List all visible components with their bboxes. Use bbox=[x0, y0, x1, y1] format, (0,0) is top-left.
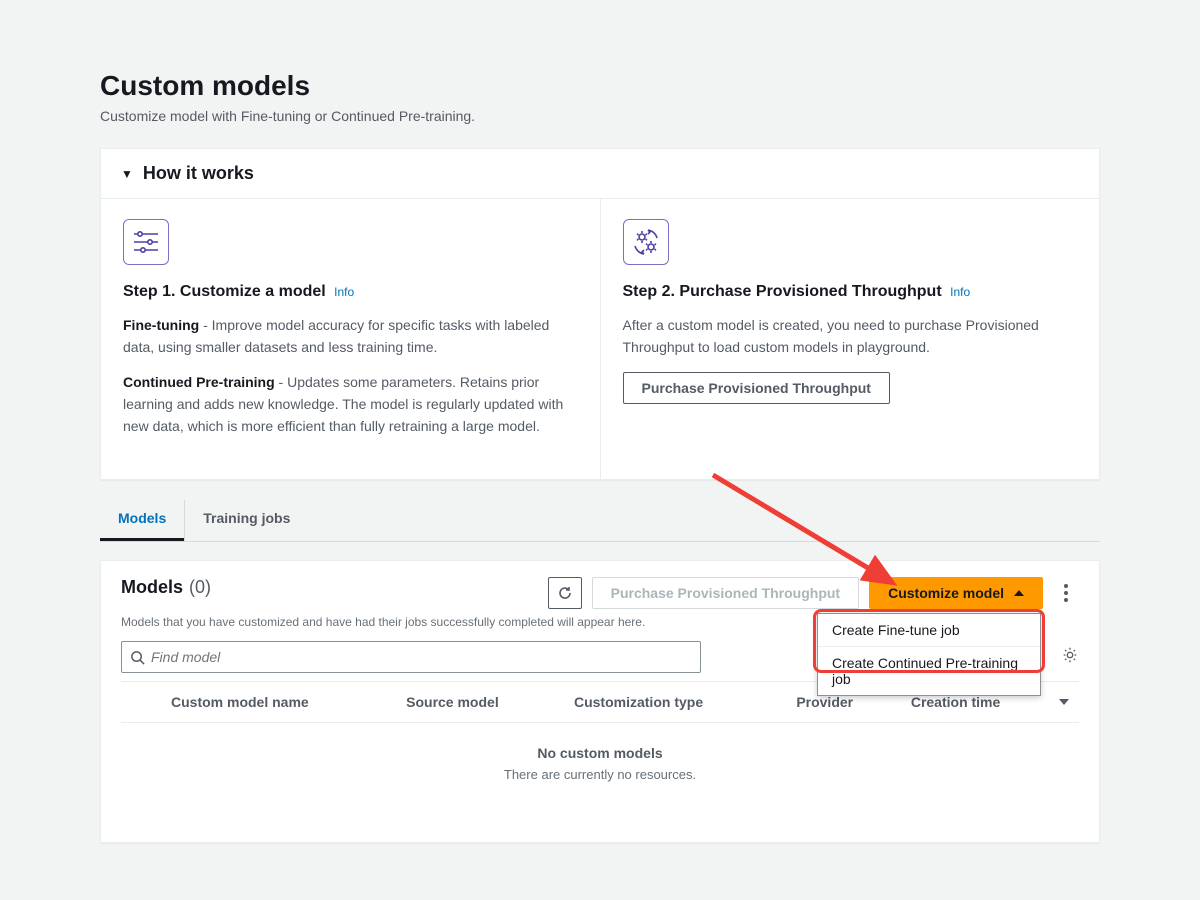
step-1-title: Step 1. Customize a model Info bbox=[123, 283, 578, 301]
caret-down-icon: ▼ bbox=[121, 167, 133, 181]
customize-model-button[interactable]: Customize model bbox=[869, 577, 1043, 609]
purchase-throughput-button[interactable]: Purchase Provisioned Throughput bbox=[623, 372, 890, 404]
settings-button[interactable] bbox=[1061, 646, 1079, 669]
models-title: Models (0) bbox=[121, 577, 211, 598]
tab-training-jobs[interactable]: Training jobs bbox=[184, 500, 308, 541]
dropdown-item-continued-pretraining[interactable]: Create Continued Pre-training job bbox=[818, 647, 1040, 695]
step-2-column: Step 2. Purchase Provisioned Throughput … bbox=[600, 199, 1100, 479]
step-1-text-1: Fine-tuning - Improve model accuracy for… bbox=[123, 315, 578, 358]
col-customization-type[interactable]: Customization type bbox=[564, 682, 786, 723]
col-model-name[interactable]: Custom model name bbox=[161, 682, 396, 723]
dropdown-item-fine-tune[interactable]: Create Fine-tune job bbox=[818, 614, 1040, 647]
customize-model-dropdown: Create Fine-tune job Create Continued Pr… bbox=[817, 613, 1041, 696]
sort-desc-icon bbox=[1059, 699, 1069, 705]
step-1-info-link[interactable]: Info bbox=[334, 285, 354, 299]
step-1-column: Step 1. Customize a model Info Fine-tuni… bbox=[101, 199, 600, 479]
refresh-button[interactable] bbox=[548, 577, 582, 609]
step-1-text-2: Continued Pre-training - Updates some pa… bbox=[123, 372, 578, 437]
page-title: Custom models bbox=[100, 70, 1100, 102]
caret-up-icon bbox=[1014, 590, 1024, 596]
tab-models[interactable]: Models bbox=[100, 500, 184, 541]
tab-bar: Models Training jobs bbox=[100, 500, 1100, 542]
search-input[interactable] bbox=[151, 649, 692, 665]
purchase-throughput-button-2[interactable]: Purchase Provisioned Throughput bbox=[592, 577, 859, 609]
empty-title: No custom models bbox=[121, 745, 1079, 761]
models-count: (0) bbox=[189, 577, 211, 598]
gear-icon bbox=[1061, 646, 1079, 664]
empty-state: No custom models There are currently no … bbox=[121, 723, 1079, 792]
how-it-works-toggle[interactable]: ▼ How it works bbox=[101, 149, 1099, 199]
gears-cycle-icon bbox=[623, 219, 669, 265]
empty-sub: There are currently no resources. bbox=[121, 767, 1079, 782]
sliders-icon bbox=[123, 219, 169, 265]
search-box[interactable] bbox=[121, 641, 701, 673]
col-source-model[interactable]: Source model bbox=[396, 682, 564, 723]
how-it-works-panel: ▼ How it works Step 1. Customize a model bbox=[100, 148, 1100, 480]
step-2-title: Step 2. Purchase Provisioned Throughput … bbox=[623, 283, 1078, 301]
refresh-icon bbox=[557, 585, 573, 601]
models-panel: Models (0) Purchase Provisioned Throughp… bbox=[100, 560, 1100, 843]
more-actions-button[interactable] bbox=[1053, 577, 1079, 609]
search-icon bbox=[130, 650, 145, 665]
step-2-info-link[interactable]: Info bbox=[950, 285, 970, 299]
how-it-works-title: How it works bbox=[143, 163, 254, 184]
step-2-text: After a custom model is created, you nee… bbox=[623, 315, 1078, 358]
page-subtitle: Customize model with Fine-tuning or Cont… bbox=[100, 108, 1100, 124]
